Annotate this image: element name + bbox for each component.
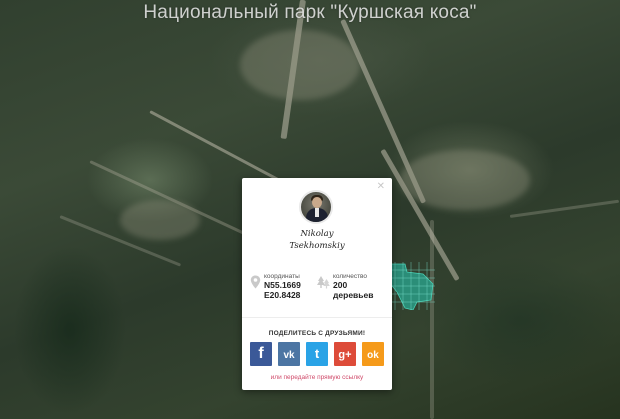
google-plus-icon: g+ [338,349,352,361]
tree-info-popup: ✕ Nikolay Tsekhomskiy координаты N55.166… [242,178,392,390]
coordinates-lat: N55.1669 [264,280,301,290]
divider [242,317,392,318]
twitter-icon: t [314,346,320,361]
direct-link[interactable]: или передайте прямую ссылку [242,374,392,381]
trees-label: количество [333,273,368,280]
coordinates-label: координаты [264,273,300,280]
map-road [509,199,620,218]
map-road [430,220,434,419]
share-title: ПОДЕЛИТЕСЬ С ДРУЗЬЯМИ! [268,330,366,337]
facebook-share-button[interactable]: f [250,342,272,366]
map-clearing [240,30,360,100]
avatar [299,190,333,224]
odnoklassniki-share-button[interactable]: ok [362,342,384,366]
user-first-name: Nikolay [300,229,334,239]
map-clearing [120,200,200,240]
google-plus-share-button[interactable]: g+ [334,342,356,366]
location-pin-icon [250,275,261,289]
user-last-name: Tsekhomskiy [289,241,345,251]
coordinates-block: координаты N55.1669 E20.8428 [264,273,301,300]
vk-icon: vk [283,350,295,361]
coordinates-lon: E20.8428 [264,290,301,300]
vk-share-button[interactable]: vk [278,342,300,366]
map-title: Национальный парк "Куршская коса" [143,2,477,23]
facebook-icon: f [258,345,264,362]
close-icon[interactable]: ✕ [377,181,385,192]
trees-icon [317,276,330,289]
odnoklassniki-icon: ok [367,350,379,361]
twitter-share-button[interactable]: t [306,342,328,366]
trees-unit: деревьев [333,290,374,300]
trees-count: 200 [333,280,348,290]
trees-block: количество 200 деревьев [333,273,373,300]
map-clearing [400,150,530,210]
planted-trees-area[interactable] [387,262,435,310]
share-buttons: f vk t g+ ok [250,342,385,366]
user-name: Nikolay Tsekhomskiy [242,228,392,252]
satellite-map[interactable]: Национальный парк "Куршская коса" ✕ Niko… [0,0,620,419]
